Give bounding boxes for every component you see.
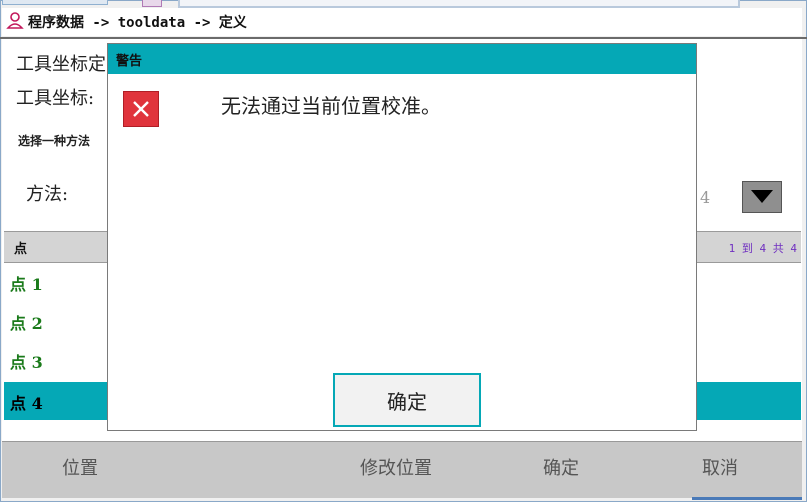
top-tab-mid <box>142 0 162 7</box>
list-item-label: 点 2 <box>10 314 43 333</box>
title-bar: 程序数据 -> tooldata -> 定义 <box>2 8 802 36</box>
method-dropdown-button[interactable] <box>742 181 782 213</box>
dialog-ok-button[interactable]: 确定 <box>333 373 481 427</box>
tool-coord-label: 工具坐标: <box>16 88 95 109</box>
bottom-accent-line <box>692 497 802 500</box>
modify-position-button[interactable]: 修改位置 <box>360 454 432 480</box>
cancel-button[interactable]: 取消 <box>702 454 738 480</box>
position-button[interactable]: 位置 <box>62 454 98 480</box>
top-tab-right <box>178 0 740 8</box>
window-title: 程序数据 -> tooldata -> 定义 <box>28 15 247 31</box>
list-item-label: 点 1 <box>10 275 43 294</box>
confirm-button[interactable]: 确定 <box>543 454 579 480</box>
list-item-label: 点 4 <box>10 394 43 413</box>
list-header-label: 点 <box>14 242 28 257</box>
dialog-title-bar: 警告 <box>108 44 696 74</box>
user-icon <box>2 11 28 33</box>
tool-frame-label: 工具坐标定 <box>16 54 106 75</box>
dialog-message: 无法通过当前位置校准。 <box>221 94 441 118</box>
list-count: 1 到 4 共 4 <box>728 242 797 255</box>
error-x-icon <box>123 91 159 127</box>
warning-dialog: 警告 无法通过当前位置校准。 确定 <box>107 43 697 431</box>
list-item-label: 点 3 <box>10 353 43 372</box>
chevron-down-icon <box>751 190 773 203</box>
choose-method-label: 选择一种方法 <box>18 134 91 148</box>
top-tab-left <box>2 0 108 5</box>
method-value: 4 <box>700 188 711 207</box>
dialog-title: 警告 <box>116 54 143 69</box>
method-label: 方法: <box>26 184 69 205</box>
bottom-toolbar: 位置 修改位置 确定 取消 <box>2 441 802 498</box>
